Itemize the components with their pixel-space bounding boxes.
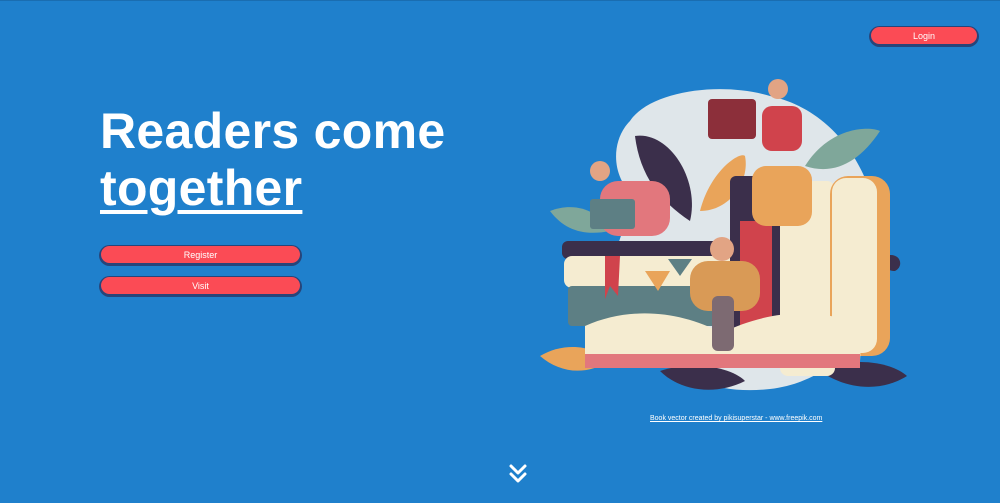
- person-middle-leg: [712, 296, 734, 351]
- illustration-credit-link[interactable]: Book vector created by pikisuperstar - w…: [650, 415, 822, 422]
- hero-title-line1: Readers come: [100, 103, 446, 159]
- login-button[interactable]: Login: [871, 27, 977, 44]
- person-top-head: [768, 79, 788, 99]
- person-left-book: [590, 199, 635, 229]
- person-top-body: [762, 106, 802, 151]
- hero-title: Readers come together: [100, 103, 445, 217]
- double-chevron-down-icon[interactable]: [508, 463, 528, 485]
- visit-button[interactable]: Visit: [101, 277, 300, 294]
- person-middle-head: [710, 237, 734, 261]
- readers-illustration: [540, 79, 907, 391]
- landing-page: Login Readers come together Register Vis…: [0, 0, 1000, 503]
- hero-title-line2: together: [100, 160, 303, 216]
- person-top-books: [708, 99, 756, 139]
- person-top-legs: [752, 166, 812, 226]
- open-book-base: [585, 354, 860, 368]
- person-left-head: [590, 161, 610, 181]
- register-button[interactable]: Register: [101, 246, 300, 263]
